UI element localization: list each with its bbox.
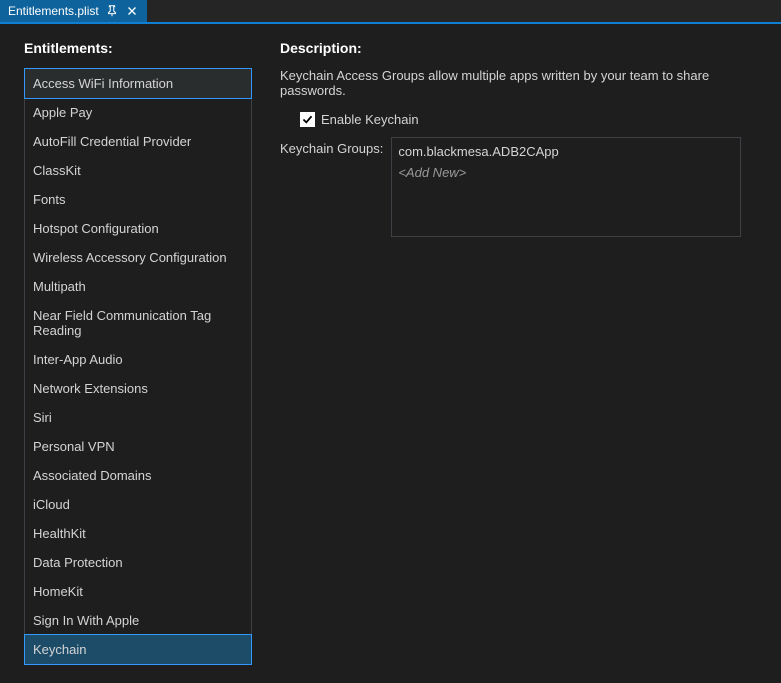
list-item[interactable]: Associated Domains bbox=[25, 461, 251, 490]
list-item[interactable]: Multipath bbox=[25, 272, 251, 301]
list-item[interactable]: Sign In With Apple bbox=[25, 606, 251, 635]
list-item[interactable]: iCloud bbox=[25, 490, 251, 519]
list-item[interactable]: Data Protection bbox=[25, 548, 251, 577]
list-item[interactable]: Network Extensions bbox=[25, 374, 251, 403]
description-panel: Description: Keychain Access Groups allo… bbox=[280, 40, 757, 665]
list-item[interactable]: Hotspot Configuration bbox=[25, 214, 251, 243]
list-item[interactable]: Fonts bbox=[25, 185, 251, 214]
pin-icon[interactable] bbox=[105, 4, 119, 18]
content-area: Entitlements: Access WiFi Information Ap… bbox=[0, 24, 781, 681]
entitlements-list: Access WiFi Information Apple Pay AutoFi… bbox=[24, 68, 252, 665]
list-item[interactable]: Personal VPN bbox=[25, 432, 251, 461]
list-item[interactable]: HealthKit bbox=[25, 519, 251, 548]
list-item[interactable]: Apple Pay bbox=[25, 98, 251, 127]
keychain-group-add[interactable]: <Add New> bbox=[398, 161, 734, 184]
description-text: Keychain Access Groups allow multiple ap… bbox=[280, 68, 757, 98]
close-icon[interactable] bbox=[125, 4, 139, 18]
keychain-groups-box[interactable]: com.blackmesa.ADB2CApp <Add New> bbox=[391, 137, 741, 237]
list-item[interactable]: Keychain bbox=[24, 634, 252, 665]
list-item[interactable]: Access WiFi Information bbox=[24, 68, 252, 99]
keychain-group-entry[interactable]: com.blackmesa.ADB2CApp bbox=[398, 142, 734, 161]
tab-bar: Entitlements.plist bbox=[0, 0, 781, 24]
entitlements-panel: Entitlements: Access WiFi Information Ap… bbox=[24, 40, 252, 665]
list-item[interactable]: HomeKit bbox=[25, 577, 251, 606]
enable-keychain-row: Enable Keychain bbox=[300, 112, 757, 127]
entitlements-heading: Entitlements: bbox=[24, 40, 252, 56]
tab-entitlements[interactable]: Entitlements.plist bbox=[0, 0, 147, 22]
keychain-groups-label: Keychain Groups: bbox=[280, 137, 383, 156]
list-item[interactable]: ClassKit bbox=[25, 156, 251, 185]
tab-title: Entitlements.plist bbox=[8, 4, 99, 18]
enable-keychain-checkbox[interactable] bbox=[300, 112, 315, 127]
list-item[interactable]: Near Field Communication Tag Reading bbox=[25, 301, 251, 345]
list-item[interactable]: Wireless Accessory Configuration bbox=[25, 243, 251, 272]
list-item[interactable]: Siri bbox=[25, 403, 251, 432]
list-item[interactable]: AutoFill Credential Provider bbox=[25, 127, 251, 156]
keychain-groups-row: Keychain Groups: com.blackmesa.ADB2CApp … bbox=[280, 137, 757, 237]
list-item[interactable]: Inter-App Audio bbox=[25, 345, 251, 374]
description-heading: Description: bbox=[280, 40, 757, 56]
enable-keychain-label: Enable Keychain bbox=[321, 112, 419, 127]
